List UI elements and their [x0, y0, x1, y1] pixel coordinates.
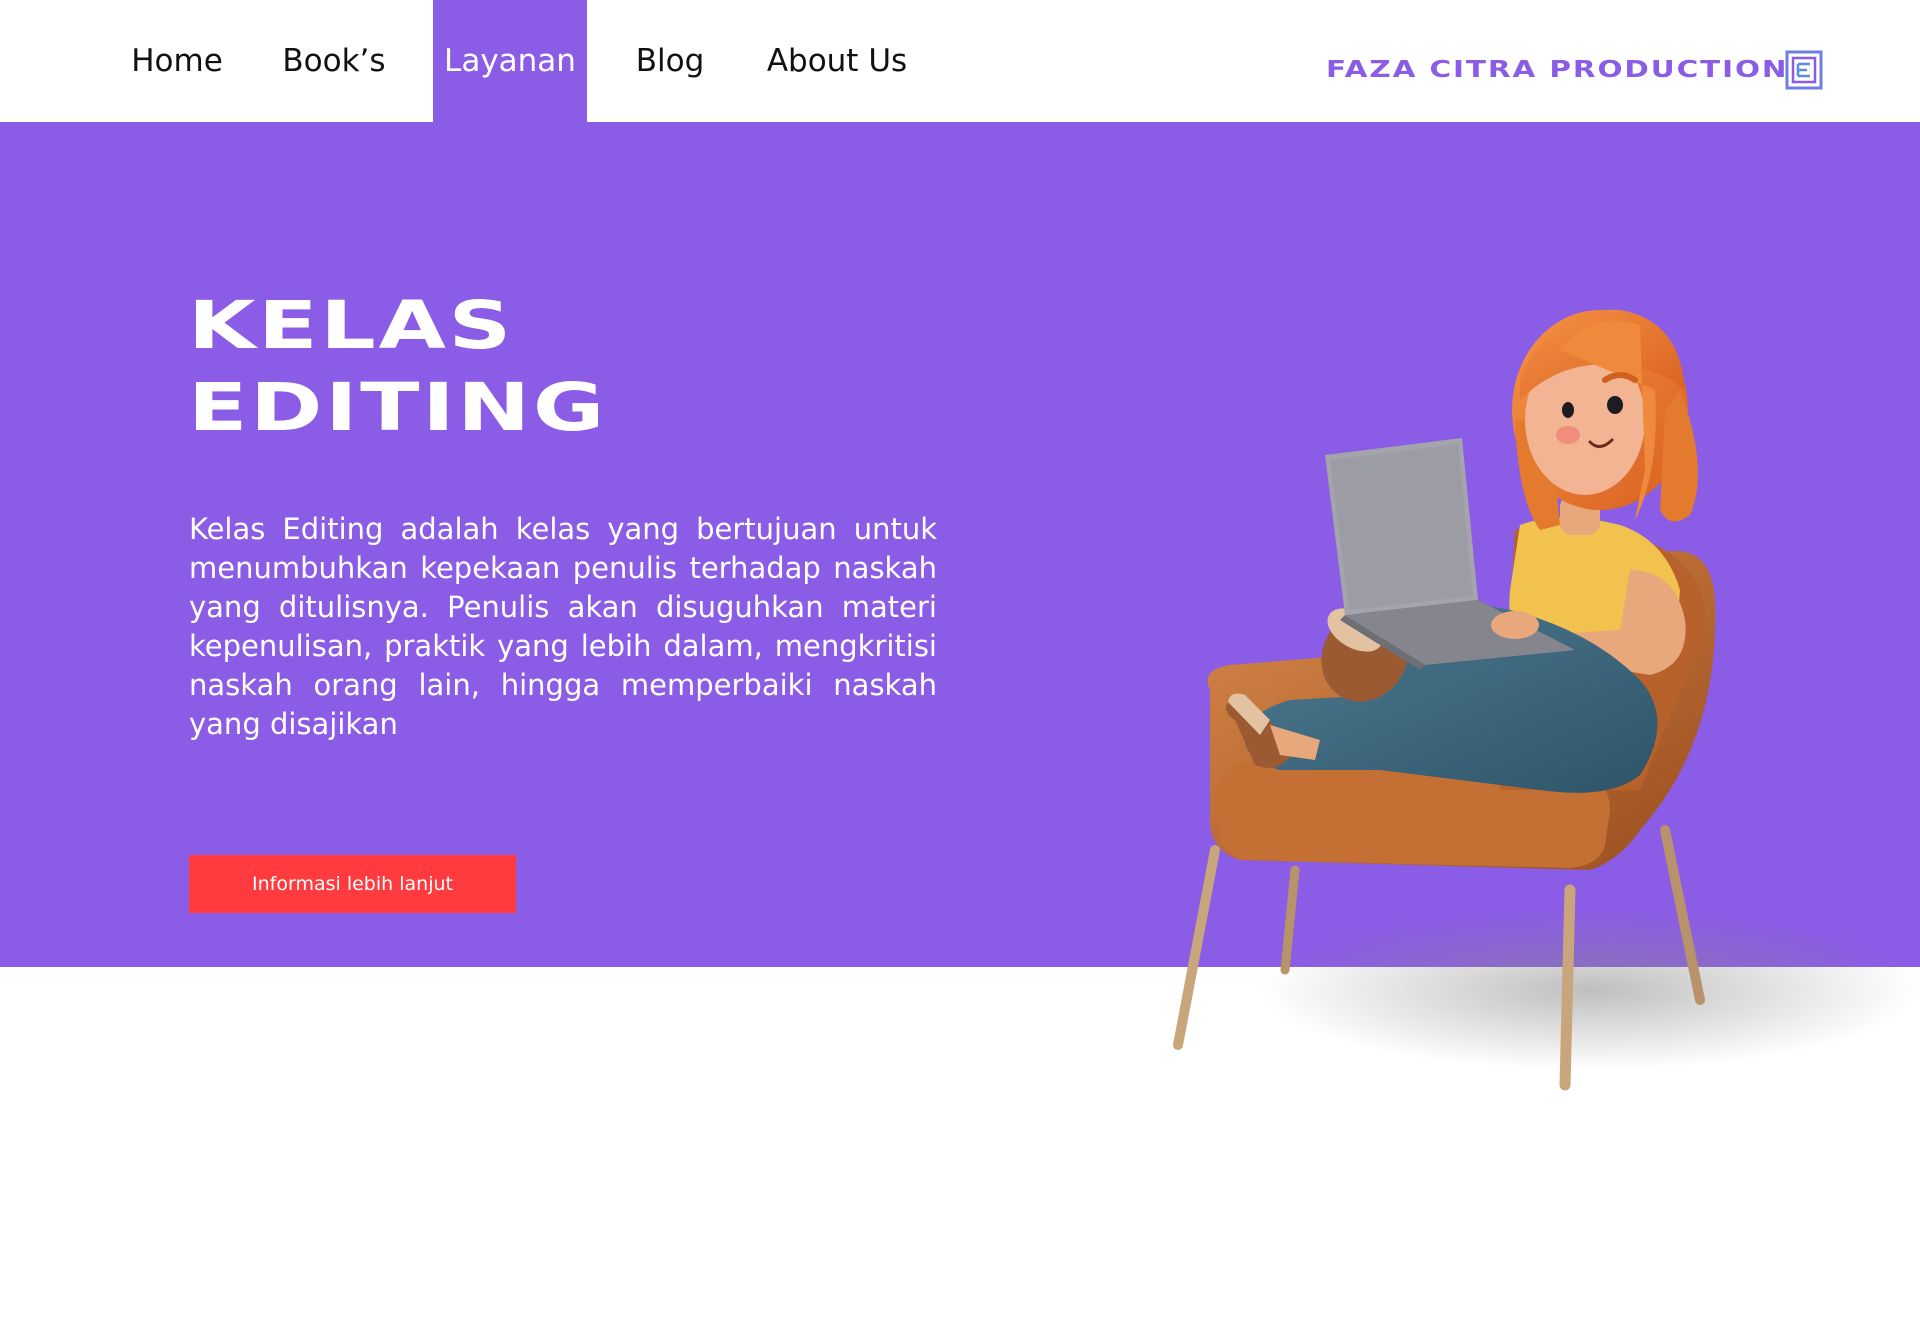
- brand[interactable]: FAZA CITRA PRODUCTION: [1326, 52, 1787, 88]
- nav-about-us[interactable]: About Us: [756, 0, 918, 122]
- page-title: KELAS EDITING: [188, 285, 1112, 449]
- title-line-1: KELAS: [188, 287, 514, 364]
- nav-blog[interactable]: Blog: [620, 0, 720, 122]
- nav-books[interactable]: Book’s: [270, 0, 398, 122]
- nav-layanan[interactable]: Layanan: [433, 0, 587, 122]
- top-navigation: Home Book’s Layanan Blog About Us FAZA C…: [0, 0, 1920, 122]
- more-info-button[interactable]: Informasi lebih lanjut: [189, 855, 516, 913]
- fcp-logo-icon[interactable]: [1785, 50, 1823, 90]
- girl-on-armchair-illustration: [1173, 309, 1920, 1091]
- nav-home[interactable]: Home: [118, 0, 236, 122]
- title-line-2: EDITING: [188, 369, 607, 446]
- hero-description: Kelas Editing adalah kelas yang bertujua…: [189, 512, 937, 741]
- brand-name: FAZA CITRA PRODUCTION: [1326, 57, 1789, 83]
